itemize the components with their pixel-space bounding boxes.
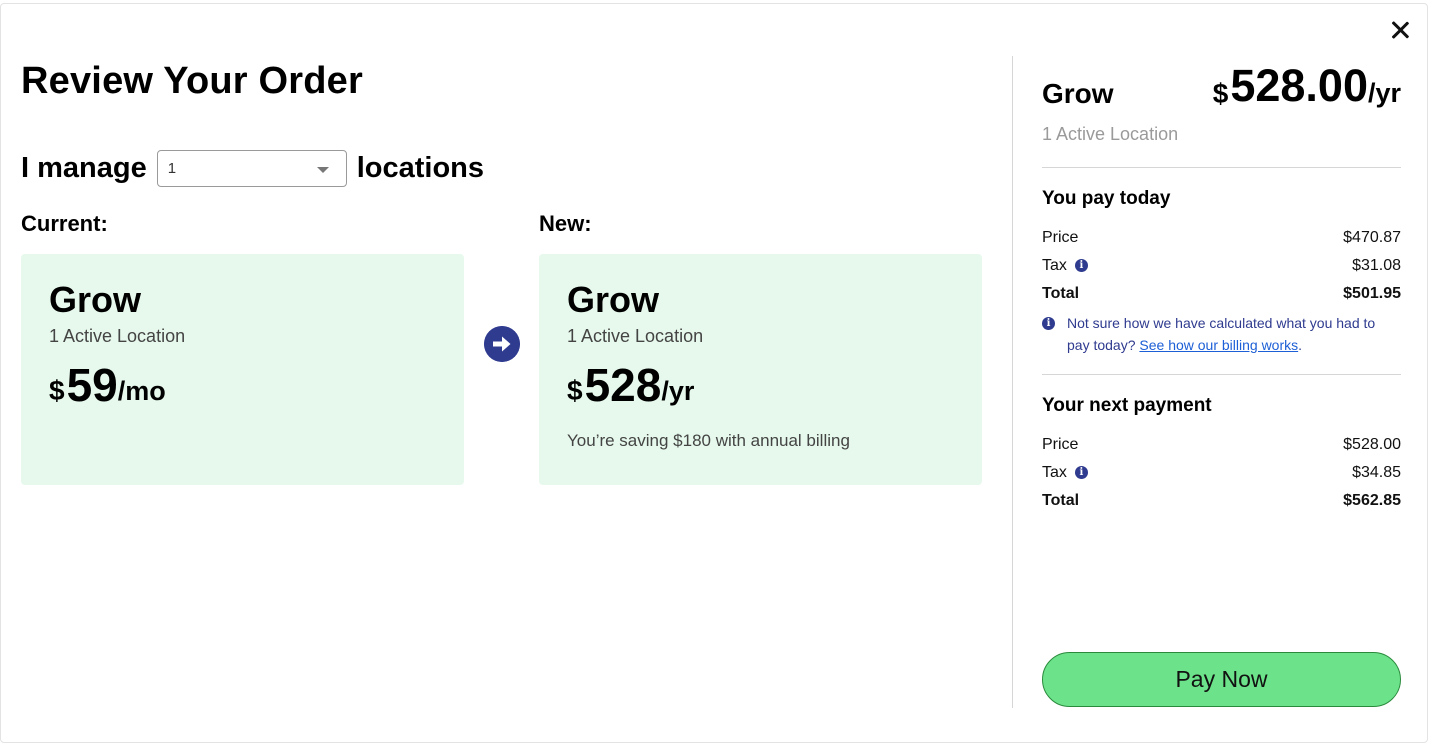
manage-suffix-label: locations	[356, 151, 485, 184]
new-plan-label: New:	[539, 211, 592, 236]
summary-price-amount: 528.00	[1230, 60, 1368, 111]
total-value: $501.95	[1343, 285, 1401, 302]
pay-today-title: You pay today	[1042, 188, 1171, 209]
billing-works-link[interactable]: See how our billing works	[1139, 337, 1298, 353]
new-price-currency: $	[567, 375, 583, 406]
total-value: $562.85	[1343, 492, 1401, 509]
billing-note-text: Not sure how we have calculated what you…	[1067, 312, 1401, 356]
price-label: Price	[1042, 436, 1079, 453]
current-price-amount: 59	[66, 359, 118, 411]
tax-label: Tax	[1042, 257, 1067, 274]
chevron-down-icon	[316, 166, 329, 173]
price-label: Price	[1042, 229, 1079, 246]
next-payment-breakdown: Price $528.00 Tax i $34.85 Total $562.85	[1042, 431, 1401, 515]
savings-text: You’re saving $180 with annual billing	[567, 431, 850, 450]
close-icon[interactable]	[1387, 17, 1413, 43]
manage-prefix-label: I manage	[21, 151, 147, 184]
next-total-row: Total $562.85	[1042, 487, 1401, 515]
new-plan-locations: 1 Active Location	[567, 326, 704, 346]
price-value: $528.00	[1343, 436, 1401, 453]
new-plan-price: $ 528 /yr	[567, 359, 954, 411]
price-value: $470.87	[1343, 229, 1401, 246]
locations-row: I manage 1 locations	[21, 148, 484, 188]
billing-note: i Not sure how we have calculated what y…	[1042, 312, 1401, 356]
summary-plan-name: Grow	[1042, 78, 1114, 109]
summary-locations: 1 Active Location	[1042, 124, 1179, 144]
next-payment-title: Your next payment	[1042, 395, 1212, 416]
new-price-period: /yr	[661, 376, 695, 406]
vertical-divider	[1012, 56, 1013, 708]
pay-now-button[interactable]: Pay Now	[1042, 652, 1401, 707]
tax-label-wrap: Tax i	[1042, 464, 1088, 482]
page-title: Review Your Order	[21, 60, 364, 102]
pay-today-tax-row: Tax i $31.08	[1042, 252, 1401, 280]
current-price-period: /mo	[117, 376, 166, 406]
total-label: Total	[1042, 492, 1080, 509]
divider	[1042, 167, 1401, 168]
current-plan-locations: 1 Active Location	[49, 326, 186, 346]
current-plan-price: $ 59 /mo	[49, 359, 436, 411]
summary-price-currency: $	[1212, 78, 1229, 109]
locations-select-value: 1	[167, 159, 177, 177]
pay-today-breakdown: Price $470.87 Tax i $31.08 Total $501.95	[1042, 224, 1401, 308]
current-plan-card: Grow 1 Active Location $ 59 /mo	[21, 254, 464, 485]
divider	[1042, 374, 1401, 375]
summary-price-period: /yr	[1367, 78, 1401, 108]
next-tax-row: Tax i $34.85	[1042, 459, 1401, 487]
summary-price: $ 528.00 /yr	[1213, 60, 1401, 112]
tax-label: Tax	[1042, 464, 1067, 481]
info-icon: i	[1042, 317, 1055, 330]
arrow-right-icon	[484, 326, 520, 362]
tax-label-wrap: Tax i	[1042, 257, 1088, 275]
new-plan-name: Grow	[567, 279, 660, 320]
current-plan-label: Current:	[21, 211, 108, 236]
summary-header: Grow $ 528.00 /yr	[1042, 56, 1401, 112]
new-price-amount: 528	[584, 359, 662, 411]
pay-today-price-row: Price $470.87	[1042, 224, 1401, 252]
tax-value: $34.85	[1352, 464, 1401, 481]
info-icon[interactable]: i	[1074, 259, 1088, 272]
tax-value: $31.08	[1352, 257, 1401, 274]
pay-today-total-row: Total $501.95	[1042, 280, 1401, 308]
order-summary: Grow $ 528.00 /yr 1 Active Location You …	[1042, 56, 1401, 515]
new-plan-card: Grow 1 Active Location $ 528 /yr You’re …	[539, 254, 982, 485]
info-icon[interactable]: i	[1074, 466, 1088, 479]
next-price-row: Price $528.00	[1042, 431, 1401, 459]
billing-note-end: .	[1298, 337, 1303, 353]
review-order-dialog: Review Your Order I manage 1 locations C…	[0, 3, 1428, 743]
total-label: Total	[1042, 285, 1080, 302]
current-plan-name: Grow	[49, 279, 142, 320]
current-price-currency: $	[49, 375, 65, 406]
locations-select[interactable]: 1	[156, 149, 347, 187]
